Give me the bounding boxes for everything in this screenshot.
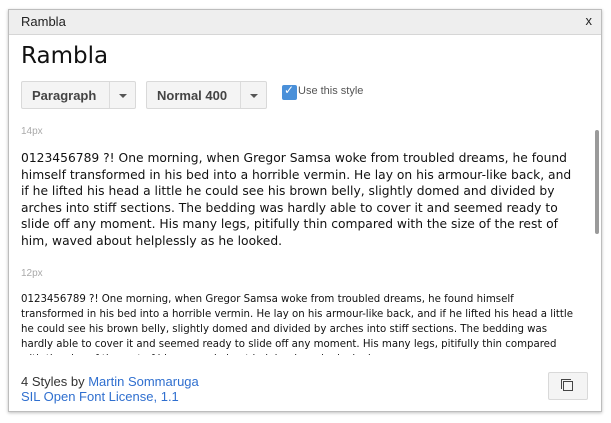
font-name-heading: Rambla — [21, 43, 109, 69]
block-type-dropdown[interactable]: Paragraph — [21, 81, 136, 109]
size-label: 12px — [21, 268, 43, 279]
font-weight-label: Normal 400 — [157, 88, 228, 103]
sample-text: 0123456789 ?! One morning, when Gregor S… — [21, 151, 572, 248]
collapse-icon-front — [563, 381, 573, 391]
styles-count: 4 Styles by — [21, 374, 85, 389]
chevron-down-icon — [119, 94, 127, 98]
sample-text: 0123456789 ?! One morning, when Gregor S… — [21, 294, 573, 355]
font-weight-dropdown[interactable]: Normal 400 — [146, 81, 267, 109]
window-title: Rambla — [21, 14, 66, 29]
styles-credit: 4 Styles by Martin Sommaruga — [21, 374, 199, 389]
chevron-down-icon — [250, 94, 258, 98]
author-link[interactable]: Martin Sommaruga — [88, 374, 199, 389]
font-preview-window: Rambla x Rambla Paragraph Normal 400 Use… — [8, 9, 602, 412]
use-style-checkbox[interactable] — [282, 83, 297, 100]
collapse-button[interactable] — [548, 372, 588, 400]
close-button[interactable]: x — [586, 13, 593, 28]
block-type-label: Paragraph — [32, 88, 97, 103]
size-label: 14px — [21, 126, 43, 137]
dropdown-separator — [109, 82, 110, 108]
sample-text-area[interactable]: 14px 0123456789 ?! One morning, when Gre… — [9, 120, 603, 355]
dropdown-separator — [240, 82, 241, 108]
title-bar: Rambla x — [9, 10, 601, 35]
scrollbar-thumb[interactable] — [595, 130, 599, 234]
license-link[interactable]: SIL Open Font License, 1.1 — [21, 389, 179, 404]
use-style-label: Use this style — [298, 85, 364, 97]
